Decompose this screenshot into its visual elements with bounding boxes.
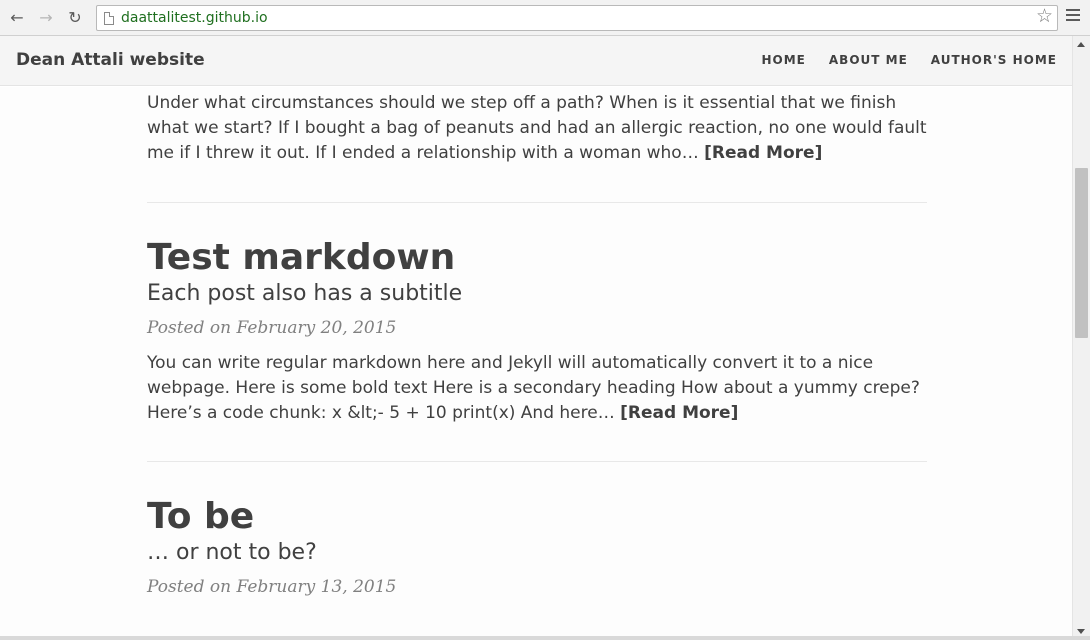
site-navbar: Dean Attali website HOME ABOUT ME AUTHOR… [0, 36, 1072, 86]
page-scrollbar[interactable] [1072, 36, 1090, 640]
post-list: Under what circumstances should we step … [147, 87, 927, 599]
hamburger-menu-icon[interactable] [1066, 9, 1080, 23]
read-more-link[interactable]: [Read More] [704, 143, 822, 163]
star-icon[interactable]: ☆ [1036, 7, 1053, 26]
read-more-link[interactable]: [Read More] [620, 403, 738, 423]
nav-links: HOME ABOUT ME AUTHOR'S HOME [762, 53, 1058, 67]
post-excerpt: Under what circumstances should we step … [147, 91, 927, 166]
post-meta: Posted on February 13, 2015 [147, 577, 397, 597]
post-preview: Under what circumstances should we step … [147, 87, 927, 166]
post-preview: To be … or not to be? Posted on February… [147, 462, 927, 599]
nav-link-authors-home[interactable]: AUTHOR'S HOME [931, 53, 1057, 67]
main-content: Under what circumstances should we step … [0, 87, 1072, 640]
post-excerpt: You can write regular markdown here and … [147, 351, 927, 426]
scroll-down-icon[interactable] [1077, 629, 1085, 634]
post-subtitle[interactable]: … or not to be? [147, 539, 927, 567]
post-title[interactable]: Test markdown [147, 236, 927, 280]
address-bar[interactable]: daattalitest.github.io ☆ [96, 5, 1058, 31]
post-title[interactable]: To be [147, 495, 927, 539]
page-icon [104, 12, 114, 25]
reload-icon[interactable]: ↻ [64, 7, 86, 29]
arrow-right-icon[interactable]: → [35, 7, 57, 29]
scrollbar-thumb[interactable] [1075, 168, 1088, 338]
arrow-left-icon[interactable]: ← [6, 7, 28, 29]
site-brand[interactable]: Dean Attali website [16, 50, 205, 70]
post-meta: Posted on February 20, 2015 [147, 318, 397, 338]
post-excerpt-text: You can write regular markdown here and … [147, 353, 920, 423]
nav-link-about-me[interactable]: ABOUT ME [829, 53, 908, 67]
post-preview: Test markdown Each post also has a subti… [147, 203, 927, 426]
url-text[interactable]: daattalitest.github.io [121, 10, 268, 26]
nav-link-home[interactable]: HOME [762, 53, 806, 67]
post-subtitle[interactable]: Each post also has a subtitle [147, 280, 927, 308]
window-bottom-edge [0, 636, 1090, 640]
browser-toolbar: ← → ↻ daattalitest.github.io ☆ [0, 0, 1090, 36]
scroll-up-icon[interactable] [1077, 42, 1085, 47]
